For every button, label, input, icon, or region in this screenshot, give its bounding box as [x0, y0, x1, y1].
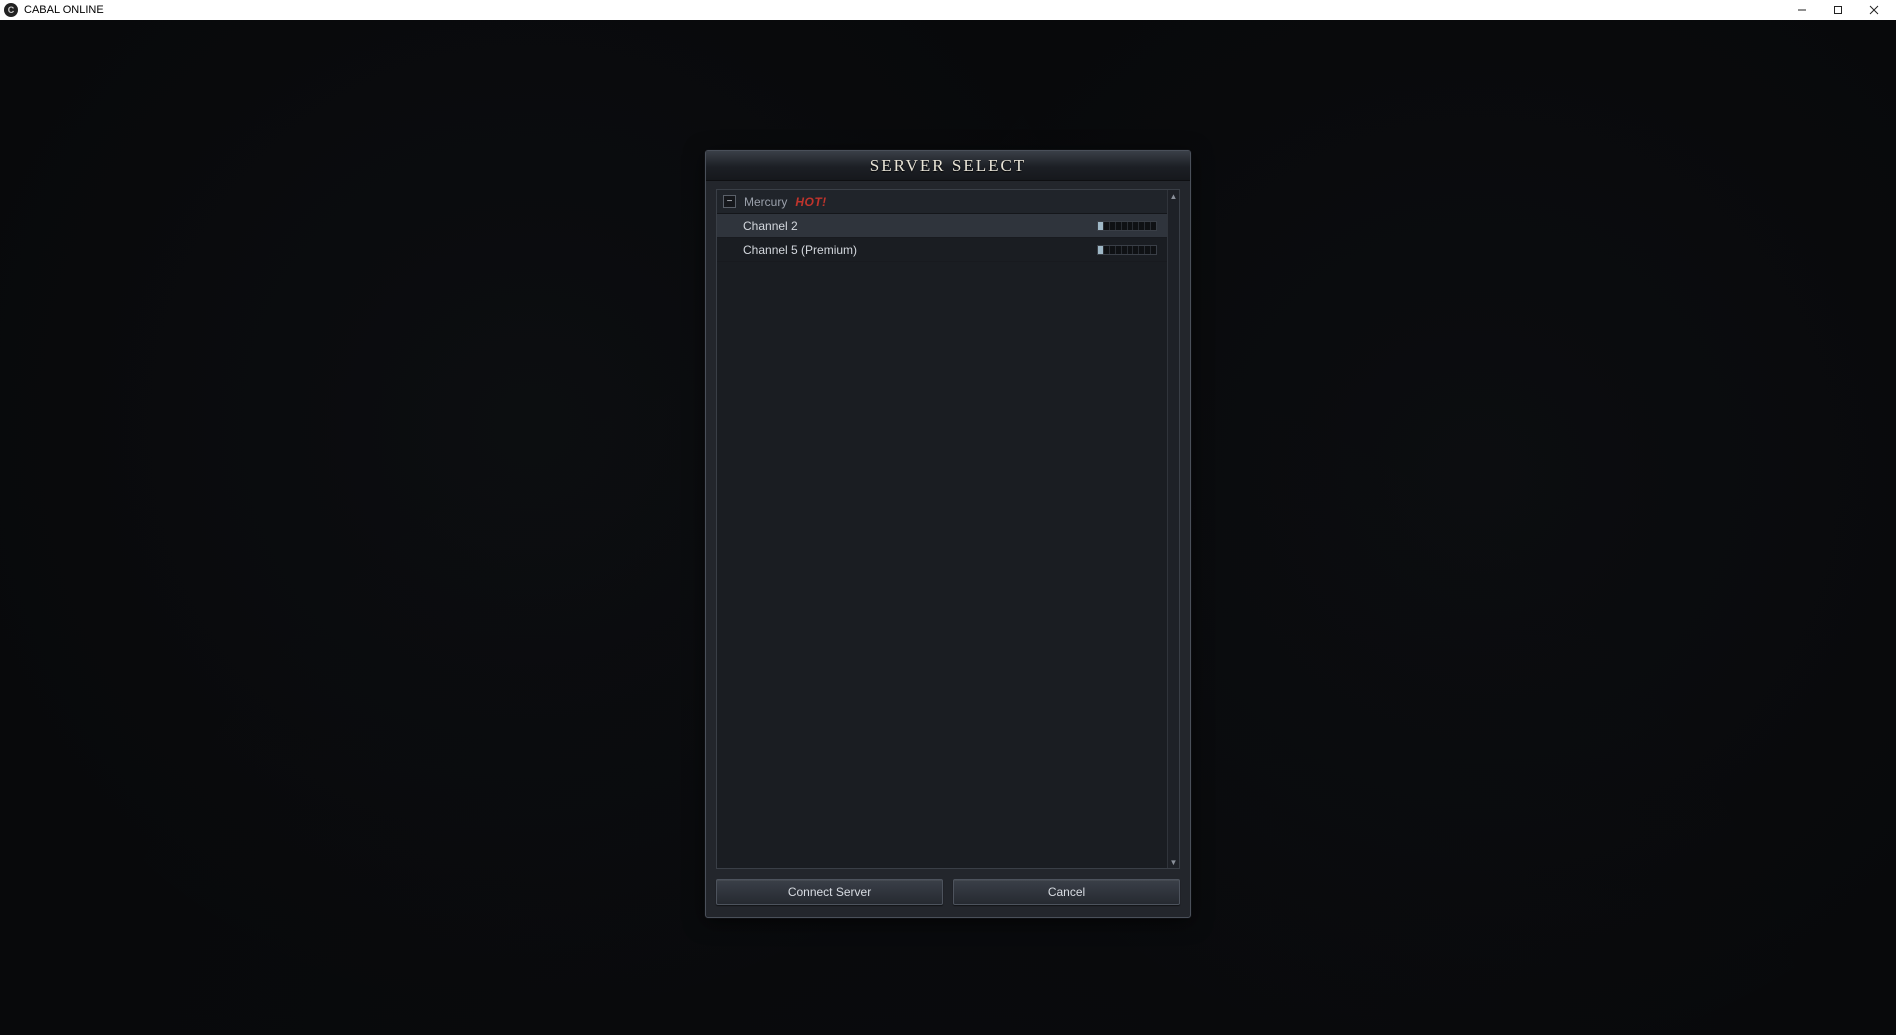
server-select-dialog: SERVER SELECT − Mercury HOT! Channel 2 Ch…	[705, 150, 1191, 918]
server-name: Mercury	[744, 195, 787, 209]
scroll-up-icon[interactable]: ▲	[1168, 190, 1180, 202]
dialog-title: SERVER SELECT	[706, 151, 1190, 181]
dialog-footer: Connect Server Cancel	[706, 879, 1190, 917]
game-viewport: SERVER SELECT − Mercury HOT! Channel 2 Ch…	[0, 20, 1896, 1035]
scrollbar[interactable]: ▲ ▼	[1167, 190, 1179, 868]
channel-load-indicator	[1097, 245, 1157, 255]
channel-row[interactable]: Channel 2	[717, 214, 1167, 238]
window-titlebar: C CABAL ONLINE	[0, 0, 1896, 20]
window-title: CABAL ONLINE	[24, 4, 104, 16]
channel-name: Channel 5 (Premium)	[743, 243, 1097, 257]
channel-row[interactable]: Channel 5 (Premium)	[717, 238, 1167, 262]
close-button[interactable]	[1856, 0, 1892, 20]
hot-badge: HOT!	[795, 195, 826, 209]
channel-name: Channel 2	[743, 219, 1097, 233]
app-icon: C	[4, 3, 18, 17]
cancel-button[interactable]: Cancel	[953, 879, 1180, 905]
dialog-body: − Mercury HOT! Channel 2 Channel 5 (Premi…	[706, 181, 1190, 879]
maximize-button[interactable]	[1820, 0, 1856, 20]
server-list: − Mercury HOT! Channel 2 Channel 5 (Premi…	[717, 190, 1167, 868]
collapse-toggle-icon[interactable]: −	[723, 195, 736, 208]
scroll-down-icon[interactable]: ▼	[1168, 856, 1180, 868]
server-list-container: − Mercury HOT! Channel 2 Channel 5 (Premi…	[716, 189, 1180, 869]
connect-server-button[interactable]: Connect Server	[716, 879, 943, 905]
minimize-button[interactable]	[1784, 0, 1820, 20]
channel-load-indicator	[1097, 221, 1157, 231]
server-group-header[interactable]: − Mercury HOT!	[717, 190, 1167, 214]
